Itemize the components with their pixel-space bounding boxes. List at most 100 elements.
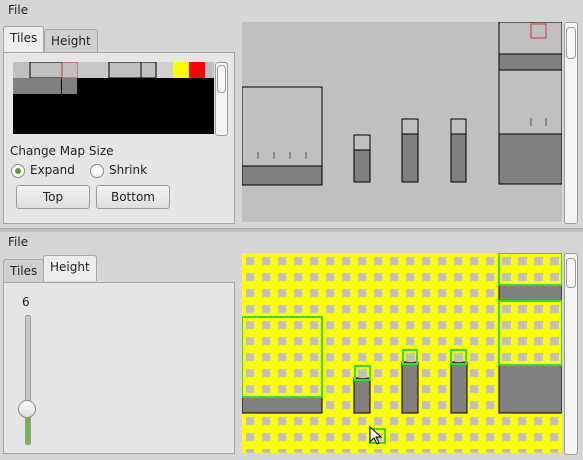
height-cell-hole	[342, 401, 350, 409]
palette-scrollbar[interactable]	[215, 62, 228, 136]
height-cell-hole	[246, 273, 254, 281]
file-menu[interactable]: File	[0, 0, 28, 20]
height-cell-hole	[390, 417, 398, 425]
height-cell-hole	[422, 321, 430, 329]
height-cell-hole	[422, 353, 430, 361]
height-region-hole	[535, 273, 543, 281]
height-cell-hole	[470, 305, 478, 313]
height-cell-hole	[374, 257, 382, 265]
height-cell-hole	[310, 449, 318, 457]
height-cell-hole	[342, 337, 350, 345]
height-cell-hole	[358, 305, 366, 313]
height-region-hole	[246, 337, 254, 345]
map-preview-graphic	[241, 21, 563, 186]
height-cell-hole	[374, 305, 382, 313]
tile-palette[interactable]	[13, 61, 214, 134]
palette-scroll-handle[interactable]	[217, 65, 226, 93]
height-cell-hole	[262, 305, 270, 313]
height-cell-hole	[278, 305, 286, 313]
height-region-hole	[503, 305, 511, 313]
file-menu-bottom[interactable]: File	[0, 232, 28, 252]
height-cell-hole	[470, 369, 478, 377]
height-region-hole	[278, 321, 286, 329]
height-region-hole	[262, 321, 270, 329]
file-menu-label[interactable]: File	[8, 3, 28, 17]
height-cell-hole	[470, 321, 478, 329]
height-cell-hole	[486, 369, 494, 377]
height-cell-hole	[438, 305, 446, 313]
shrink-radio[interactable]	[90, 164, 104, 178]
height-cell-hole	[486, 385, 494, 393]
expand-radio[interactable]	[11, 164, 25, 178]
height-cell-hole	[294, 289, 302, 297]
height-cell-hole	[294, 433, 302, 441]
expand-label[interactable]: Expand	[30, 163, 75, 177]
height-cell-hole	[326, 369, 334, 377]
height-cell-hole	[390, 449, 398, 457]
tab-tiles[interactable]: Tiles	[3, 26, 45, 52]
tab-tiles-bottom-label: Tiles	[10, 264, 38, 278]
height-cell-hole	[390, 353, 398, 361]
height-cell-hole	[294, 257, 302, 265]
bottom-button[interactable]: Bottom	[96, 185, 170, 209]
top-button[interactable]: Top	[16, 185, 90, 209]
tab-height[interactable]: Height	[44, 29, 98, 52]
map-preview-scrollbar[interactable]	[564, 22, 578, 224]
height-cell-hole	[246, 257, 254, 265]
height-cell-hole	[422, 305, 430, 313]
height-cell-hole	[310, 289, 318, 297]
height-cell-hole	[502, 449, 510, 457]
height-cell-hole	[534, 449, 542, 457]
height-region-hole	[262, 353, 270, 361]
height-cell-hole	[438, 257, 446, 265]
height-cell-hole	[342, 385, 350, 393]
shrink-label[interactable]: Shrink	[109, 163, 147, 177]
height-block	[498, 364, 563, 414]
height-cell-hole	[550, 449, 558, 457]
height-cell-hole	[454, 449, 462, 457]
height-cell-hole	[470, 385, 478, 393]
height-cell-hole	[326, 417, 334, 425]
height-cell-hole	[374, 401, 382, 409]
height-cell-hole	[438, 401, 446, 409]
tab-height-label: Height	[51, 34, 91, 48]
height-cell-hole	[278, 289, 286, 297]
height-cell-hole	[534, 433, 542, 441]
yellow-swatch	[173, 62, 189, 78]
height-cell-hole	[438, 369, 446, 377]
tab-tiles-bottom[interactable]: Tiles	[3, 259, 45, 282]
height-cell-hole	[486, 433, 494, 441]
pane-splitter[interactable]	[0, 228, 583, 232]
height-cell-hole	[358, 353, 366, 361]
map-preview-scroll-handle[interactable]	[566, 27, 576, 59]
height-region-hole	[519, 273, 527, 281]
height-cell-hole	[422, 417, 430, 425]
height-cell-hole	[374, 273, 382, 281]
height-cell-hole	[454, 305, 462, 313]
height-cell-hole	[326, 321, 334, 329]
height-cell-hole	[406, 337, 414, 345]
height-cell-hole	[422, 273, 430, 281]
height-cell-hole	[390, 321, 398, 329]
height-cell-hole	[358, 433, 366, 441]
height-region-hole	[519, 353, 527, 361]
height-region-hole	[535, 257, 543, 265]
height-region-hole	[246, 353, 254, 361]
height-cell-hole	[246, 305, 254, 313]
height-map-scroll-handle[interactable]	[566, 258, 576, 288]
height-slider-track[interactable]	[25, 315, 31, 445]
height-cell-hole	[486, 401, 494, 409]
file-menu-bottom-label[interactable]: File	[8, 235, 28, 249]
height-region-hole	[294, 321, 302, 329]
height-cell-hole	[470, 433, 478, 441]
height-cell-hole	[342, 353, 350, 361]
height-cell-hole	[390, 385, 398, 393]
height-map-scrollbar[interactable]	[564, 253, 578, 455]
height-cell-hole	[486, 417, 494, 425]
height-map-canvas[interactable]	[241, 252, 563, 460]
tab-height-bottom[interactable]: Height	[43, 255, 97, 281]
height-cell-hole	[390, 289, 398, 297]
map-preview-canvas[interactable]	[241, 21, 563, 222]
height-cell-hole	[518, 417, 526, 425]
height-cell-hole	[326, 401, 334, 409]
